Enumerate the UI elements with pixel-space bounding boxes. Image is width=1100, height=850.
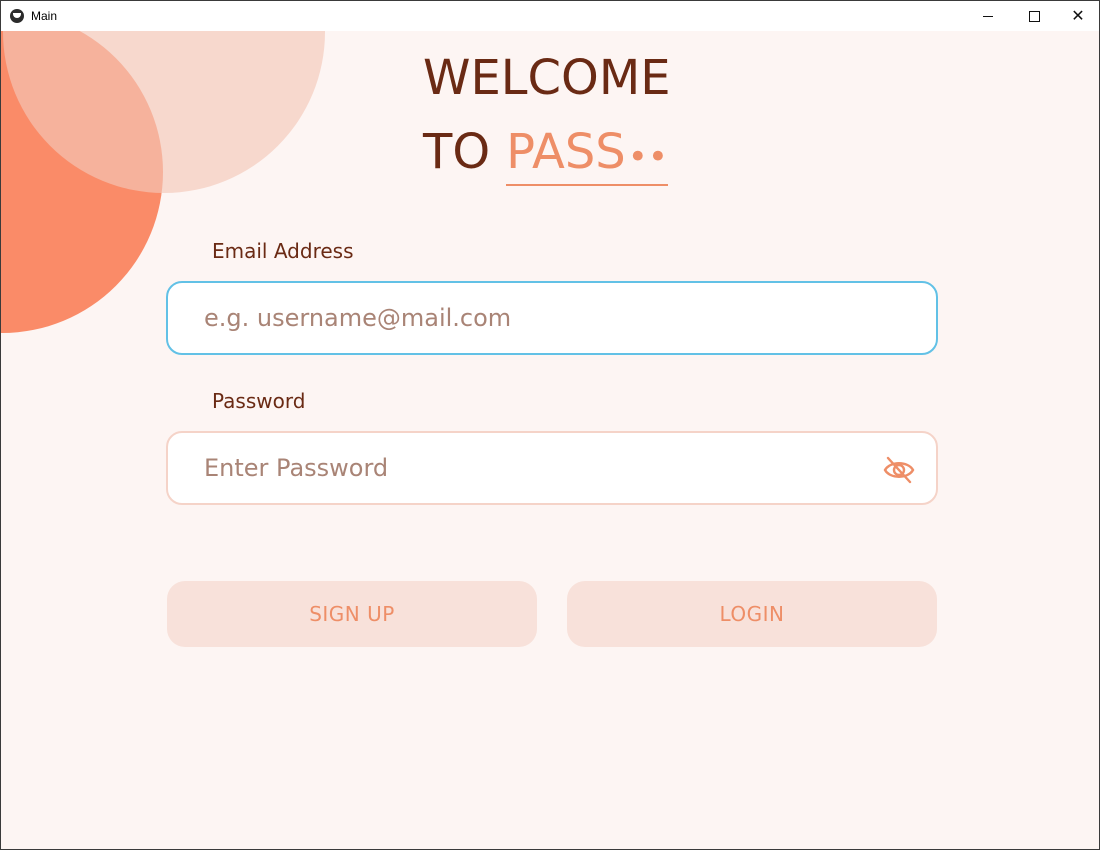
heading-line-2: TO PASS•• [423, 115, 723, 189]
sign-up-button[interactable]: SIGN UP [167, 581, 537, 647]
brand-dots: •• [627, 137, 668, 177]
password-field[interactable] [204, 433, 864, 503]
eye-off-icon[interactable] [882, 455, 916, 485]
password-field-container [166, 431, 938, 505]
maximize-button[interactable] [1011, 1, 1057, 31]
close-icon: ✕ [1071, 6, 1085, 25]
heading-line-1: WELCOME [423, 50, 671, 106]
window-title: Main [31, 9, 58, 23]
heading-prefix: TO [423, 124, 491, 180]
brand-text: PASS [506, 124, 626, 180]
app-icon [10, 9, 24, 23]
app-window: Main ✕ WELCOME TO PASS•• Email Address P… [0, 0, 1100, 850]
minimize-icon [983, 15, 993, 17]
title-bar: Main ✕ [1, 1, 1099, 31]
minimize-button[interactable] [965, 1, 1011, 31]
close-button[interactable]: ✕ [1055, 1, 1099, 31]
email-field-container [166, 281, 938, 355]
login-button[interactable]: LOGIN [567, 581, 937, 647]
email-field[interactable] [204, 283, 864, 353]
maximize-icon [1028, 10, 1040, 22]
password-label: Password [212, 389, 306, 413]
email-label: Email Address [212, 239, 354, 263]
welcome-heading: WELCOME TO PASS•• [423, 41, 723, 189]
brand-name: PASS•• [506, 125, 668, 186]
